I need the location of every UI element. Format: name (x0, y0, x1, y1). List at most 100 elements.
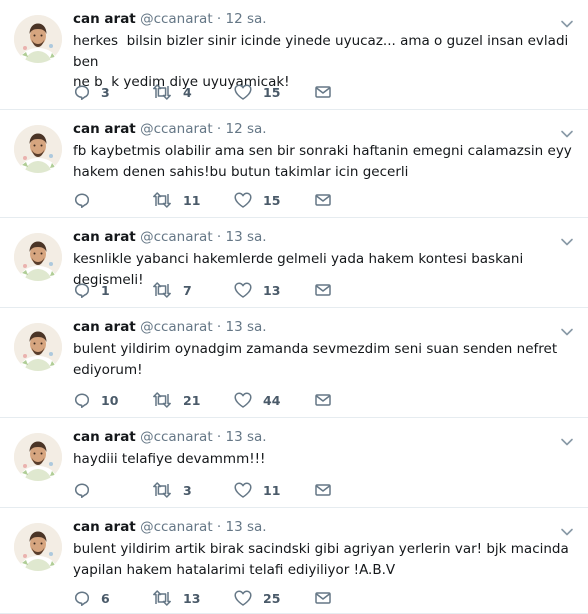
retweet-button[interactable]: 3 (151, 480, 192, 500)
tweet[interactable]: can arat @ccanarat · 13 sa. bulent yildir… (0, 308, 588, 418)
author-handle[interactable]: @ccanarat (140, 429, 213, 445)
timestamp[interactable]: 13 sa. (226, 229, 267, 245)
heart-icon (233, 83, 253, 101)
envelope-icon (314, 84, 332, 100)
reply-count: 6 (101, 590, 110, 606)
author-name[interactable]: can arat (73, 319, 136, 335)
direct-message-button[interactable] (314, 480, 332, 500)
author-handle[interactable]: @ccanarat (140, 319, 213, 335)
reply-icon (73, 391, 91, 409)
chevron-down-icon[interactable] (560, 124, 574, 138)
tweet-text: haydiii telafiye devammm!!! (73, 451, 266, 467)
reply-button[interactable]: 1 (73, 280, 110, 300)
author-handle[interactable]: @ccanarat (140, 11, 213, 27)
tweet[interactable]: can arat @ccanarat · 13 sa. kesnlikle yab… (0, 218, 588, 308)
envelope-icon (314, 590, 332, 606)
tweet-actions: 10 21 44 (73, 390, 373, 410)
heart-icon (233, 589, 253, 607)
avatar[interactable] (14, 523, 62, 571)
avatar[interactable] (14, 433, 62, 481)
chevron-down-icon[interactable] (560, 432, 574, 446)
reply-button[interactable] (73, 480, 101, 500)
timestamp[interactable]: 13 sa. (226, 519, 267, 535)
like-button[interactable]: 15 (233, 82, 280, 102)
heart-icon (233, 191, 253, 209)
tweet-actions: 3 4 15 (73, 82, 373, 102)
direct-message-button[interactable] (314, 190, 332, 210)
retweet-count: 4 (183, 84, 192, 100)
chevron-down-icon[interactable] (560, 322, 574, 336)
chevron-down-icon[interactable] (560, 232, 574, 246)
tweet-header: can arat @ccanarat · 13 sa. (73, 428, 267, 446)
tweet-actions: 11 15 (73, 190, 373, 210)
timestamp[interactable]: 13 sa. (226, 319, 267, 335)
direct-message-button[interactable] (314, 280, 332, 300)
reply-icon (73, 191, 91, 209)
tweet[interactable]: can arat @ccanarat · 12 sa. herkes bilsin… (0, 0, 588, 110)
tweet-header: can arat @ccanarat · 13 sa. (73, 518, 267, 536)
retweet-icon (151, 281, 173, 299)
author-name[interactable]: can arat (73, 229, 136, 245)
retweet-button[interactable]: 13 (151, 588, 200, 608)
retweet-button[interactable]: 11 (151, 190, 200, 210)
tweet-actions: 6 13 25 (73, 588, 373, 608)
like-button[interactable]: 15 (233, 190, 280, 210)
retweet-icon (151, 191, 173, 209)
reply-button[interactable]: 10 (73, 390, 118, 410)
chevron-down-icon[interactable] (560, 522, 574, 536)
like-count: 11 (263, 482, 281, 498)
reply-button[interactable]: 3 (73, 82, 110, 102)
separator-dot: · (216, 429, 222, 445)
like-button[interactable]: 11 (233, 480, 280, 500)
author-handle[interactable]: @ccanarat (140, 519, 213, 535)
reply-icon (73, 481, 91, 499)
author-name[interactable]: can arat (73, 121, 136, 137)
direct-message-button[interactable] (314, 82, 332, 102)
chevron-down-icon[interactable] (560, 14, 574, 28)
direct-message-button[interactable] (314, 588, 332, 608)
tweet-header: can arat @ccanarat · 12 sa. (73, 120, 267, 138)
envelope-icon (314, 192, 332, 208)
author-name[interactable]: can arat (73, 11, 136, 27)
tweet-actions: 3 11 (73, 480, 373, 500)
separator-dot: · (216, 519, 222, 535)
heart-icon (233, 281, 253, 299)
like-count: 25 (263, 590, 281, 606)
like-button[interactable]: 13 (233, 280, 280, 300)
tweet[interactable]: can arat @ccanarat · 13 sa. bulent yildir… (0, 508, 588, 614)
like-count: 44 (263, 392, 281, 408)
reply-icon (73, 589, 91, 607)
author-name[interactable]: can arat (73, 429, 136, 445)
avatar[interactable] (14, 125, 62, 173)
tweet[interactable]: can arat @ccanarat · 13 sa. haydiii telaf… (0, 418, 588, 508)
like-button[interactable]: 44 (233, 390, 280, 410)
avatar[interactable] (14, 15, 62, 63)
avatar[interactable] (14, 233, 62, 281)
reply-count: 10 (101, 392, 119, 408)
reply-icon (73, 281, 91, 299)
separator-dot: · (216, 121, 222, 137)
tweet-text: bulent yildirim artik birak sacindski gi… (73, 541, 569, 578)
tweet-actions: 1 7 13 (73, 280, 373, 300)
retweet-count: 21 (183, 392, 201, 408)
heart-icon (233, 391, 253, 409)
author-handle[interactable]: @ccanarat (140, 229, 213, 245)
like-button[interactable]: 25 (233, 588, 280, 608)
reply-icon (73, 83, 91, 101)
author-handle[interactable]: @ccanarat (140, 121, 213, 137)
separator-dot: · (216, 319, 222, 335)
retweet-button[interactable]: 4 (151, 82, 192, 102)
tweet[interactable]: can arat @ccanarat · 12 sa. fb kaybetmis … (0, 110, 588, 218)
timestamp[interactable]: 12 sa. (226, 11, 267, 27)
timestamp[interactable]: 13 sa. (226, 429, 267, 445)
retweet-button[interactable]: 7 (151, 280, 192, 300)
reply-button[interactable]: 6 (73, 588, 110, 608)
reply-button[interactable] (73, 190, 101, 210)
retweet-count: 3 (183, 482, 192, 498)
direct-message-button[interactable] (314, 390, 332, 410)
author-name[interactable]: can arat (73, 519, 136, 535)
retweet-button[interactable]: 21 (151, 390, 200, 410)
timestamp[interactable]: 12 sa. (226, 121, 267, 137)
avatar[interactable] (14, 323, 62, 371)
envelope-icon (314, 282, 332, 298)
